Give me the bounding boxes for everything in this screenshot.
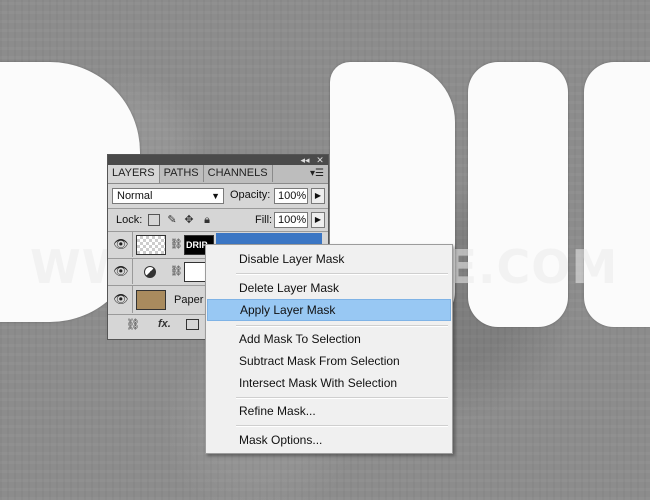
adjustment-layer-icon[interactable] xyxy=(144,266,156,278)
menu-separator xyxy=(236,325,448,327)
link-chain-icon[interactable]: ⛓︎ xyxy=(170,266,183,277)
layer-thumbnail[interactable] xyxy=(136,235,166,255)
blend-mode-select[interactable]: Normal ▼ xyxy=(112,188,224,204)
link-layers-icon[interactable]: ⛓︎ xyxy=(126,318,140,331)
opacity-input[interactable]: 100% xyxy=(274,188,308,204)
menu-separator xyxy=(236,273,448,275)
chevron-down-icon: ▼ xyxy=(211,191,220,201)
panel-menu-icon[interactable]: ▾☰ xyxy=(310,168,324,179)
link-chain-icon[interactable]: ⛓︎ xyxy=(170,239,183,250)
tab-paths[interactable]: PATHS xyxy=(160,165,204,182)
menu-item-subtract-mask-from-selection[interactable]: Subtract Mask From Selection xyxy=(207,350,451,372)
lock-position-move-icon[interactable]: ✥ xyxy=(183,214,195,226)
lock-all-icon[interactable]: 🔒︎ xyxy=(201,214,213,226)
lock-row: Lock: ✎ ✥ 🔒︎ Fill: 100% ▶ xyxy=(108,209,328,231)
add-mask-icon[interactable] xyxy=(186,319,199,330)
blend-row: Normal ▼ Opacity: 100% ▶ xyxy=(108,184,328,208)
menu-item-delete-layer-mask[interactable]: Delete Layer Mask xyxy=(207,277,451,299)
opacity-label: Opacity: xyxy=(230,189,271,201)
fill-slider-button[interactable]: ▶ xyxy=(311,212,325,228)
lock-label: Lock: xyxy=(116,214,143,226)
panel-tabs: LAYERS PATHS CHANNELS ▾☰ xyxy=(108,165,328,184)
layer-thumbnail[interactable] xyxy=(136,290,166,310)
menu-item-intersect-mask-with-selection[interactable]: Intersect Mask With Selection xyxy=(207,372,451,394)
eye-visibility-icon[interactable]: 👁︎ xyxy=(110,286,133,313)
menu-item-refine-mask[interactable]: Refine Mask... xyxy=(207,400,451,422)
fill-input[interactable]: 100% xyxy=(274,212,308,228)
menu-separator xyxy=(236,397,448,399)
menu-item-disable-layer-mask[interactable]: Disable Layer Mask xyxy=(207,248,451,270)
context-menu: Disable Layer Mask Delete Layer Mask App… xyxy=(205,244,453,454)
collapse-icon[interactable]: ◂◂ xyxy=(298,155,312,165)
fill-label: Fill: xyxy=(255,214,273,226)
lock-transparent-icon[interactable] xyxy=(148,214,160,226)
menu-item-apply-layer-mask[interactable]: Apply Layer Mask xyxy=(207,299,451,321)
layer-name[interactable]: Paper xyxy=(174,294,203,306)
blend-mode-value: Normal xyxy=(117,190,153,202)
opacity-slider-button[interactable]: ▶ xyxy=(311,188,325,204)
lock-image-brush-icon[interactable]: ✎ xyxy=(166,214,178,226)
tab-channels[interactable]: CHANNELS xyxy=(204,165,273,182)
menu-separator xyxy=(236,425,448,427)
eye-visibility-icon[interactable]: 👁︎ xyxy=(110,259,133,284)
close-icon[interactable]: ✕ xyxy=(313,155,327,165)
panel-title-bar[interactable]: ◂◂ ✕ xyxy=(108,155,328,165)
fx-icon[interactable]: fx. xyxy=(158,318,171,330)
menu-item-add-mask-to-selection[interactable]: Add Mask To Selection xyxy=(207,328,451,350)
menu-item-mask-options[interactable]: Mask Options... xyxy=(207,429,451,451)
eye-visibility-icon[interactable]: 👁︎ xyxy=(110,232,133,257)
tab-layers[interactable]: LAYERS xyxy=(108,165,160,183)
